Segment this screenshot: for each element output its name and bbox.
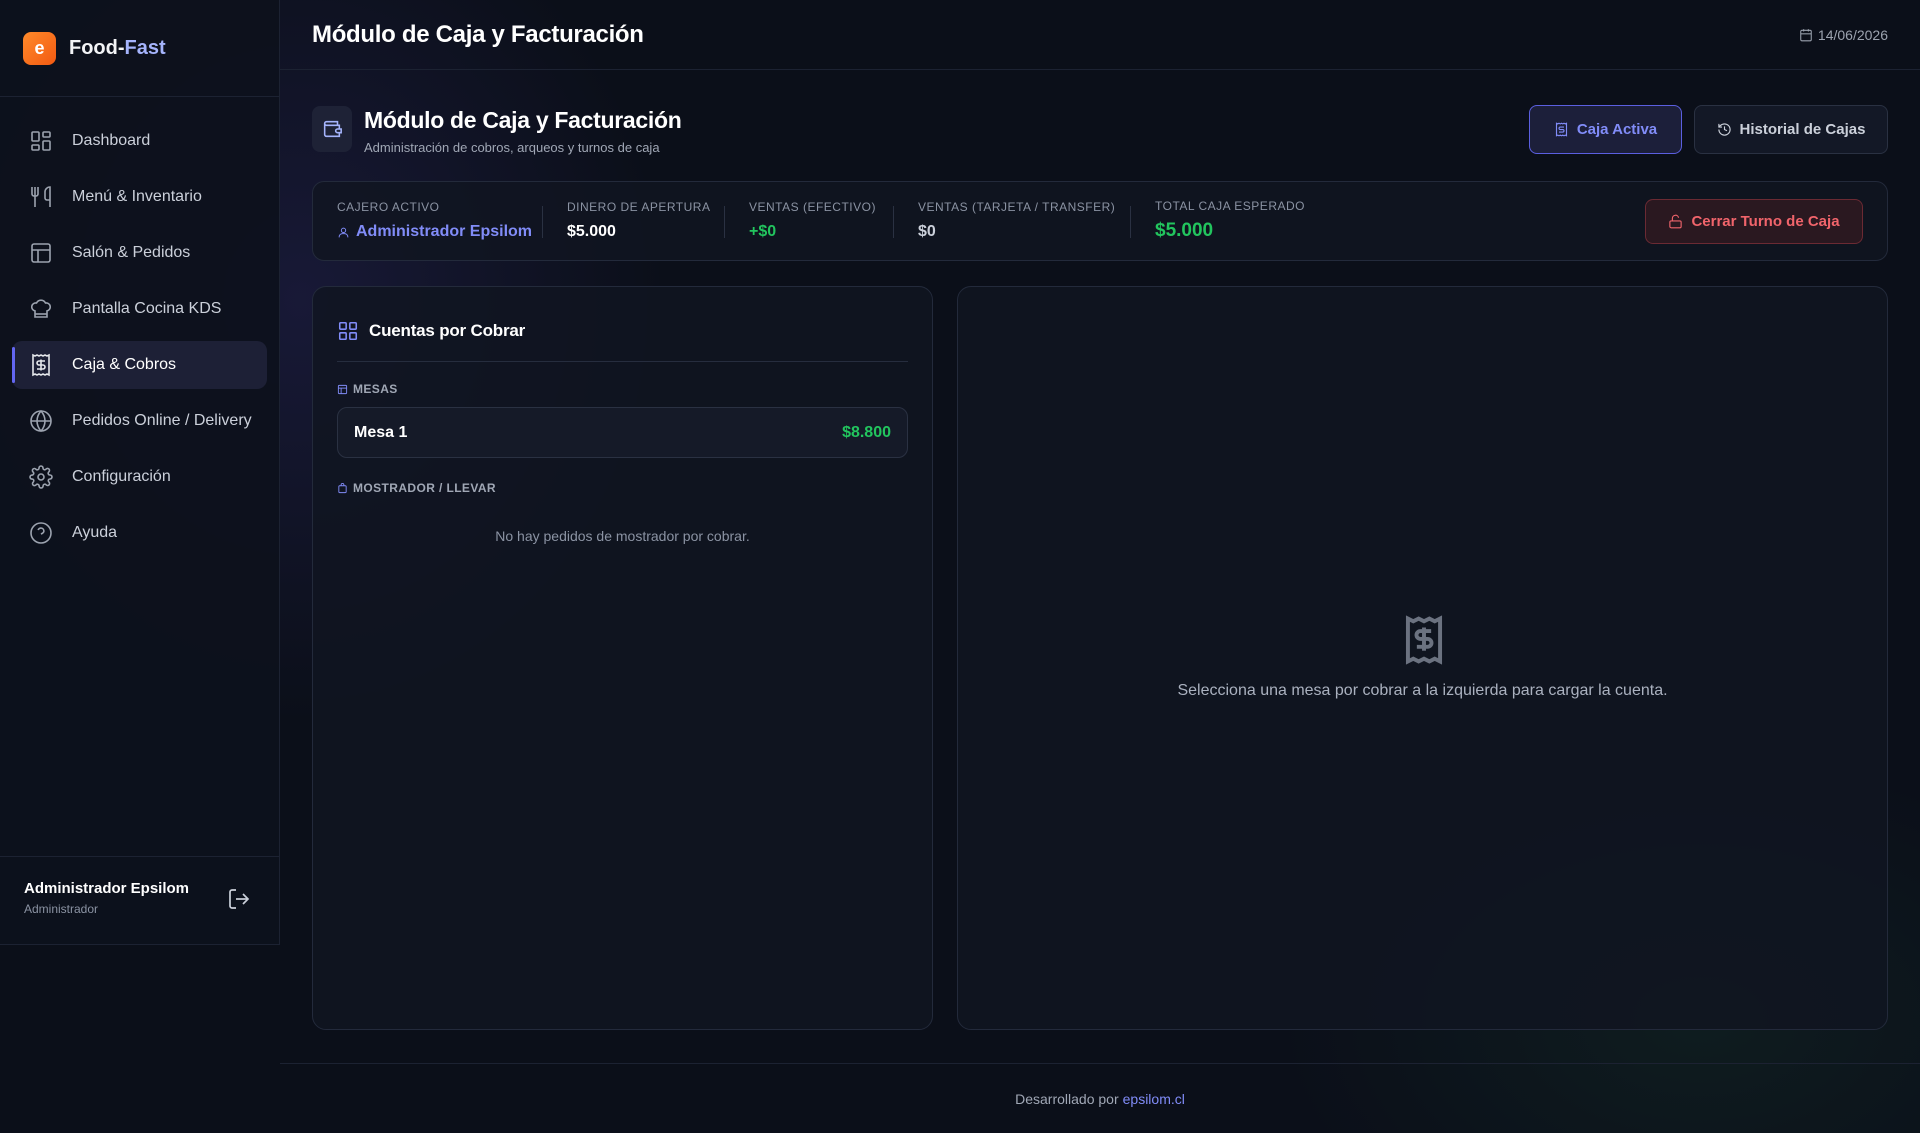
sidebar-item-cocina-kds[interactable]: Pantalla Cocina KDS xyxy=(12,285,267,333)
detail-empty-text: Selecciona una mesa por cobrar a la izqu… xyxy=(1177,682,1668,699)
help-icon xyxy=(30,522,52,544)
receipt-icon xyxy=(1555,122,1567,137)
topbar: Módulo de Caja y Facturación 14/06/2026 xyxy=(280,0,1920,70)
chef-hat-icon xyxy=(31,299,51,318)
divider xyxy=(1130,206,1131,238)
wallet-icon-box xyxy=(312,106,352,152)
page-title: Módulo de Caja y Facturación xyxy=(364,107,682,133)
sidebar-item-label: Configuración xyxy=(72,468,171,485)
logout-button[interactable] xyxy=(227,887,251,916)
lock-icon xyxy=(1669,214,1683,229)
stat-opening: DINERO DE APERTURA $5.000 xyxy=(567,200,711,240)
table-name: Mesa 1 xyxy=(354,423,408,441)
sidebar-item-caja-cobros[interactable]: Caja & Cobros xyxy=(12,341,267,389)
stat-card-sales: VENTAS (TARJETA / TRANSFER) $0 xyxy=(918,200,1116,240)
sidebar-item-salon-pedidos[interactable]: Salón & Pedidos xyxy=(12,229,267,277)
sidebar-item-label: Ayuda xyxy=(72,524,118,541)
counter-empty-message: No hay pedidos de mostrador por cobrar. xyxy=(495,528,750,544)
table-row[interactable]: Mesa 1 $8.800 xyxy=(337,407,908,458)
cash-sales-value: +$0 xyxy=(749,223,777,240)
stat-cashier: CAJERO ACTIVO Administrador Epsilom xyxy=(337,200,533,240)
user-icon xyxy=(338,227,349,237)
sidebar-item-label: Menú & Inventario xyxy=(72,188,202,205)
accounts-header: Cuentas por Cobrar xyxy=(337,301,908,362)
sidebar-item-menu-inventario[interactable]: Menú & Inventario xyxy=(12,173,267,221)
calendar-icon xyxy=(1800,28,1812,41)
total-expected-value: $5.000 xyxy=(1155,220,1214,241)
account-detail-panel: Selecciona una mesa por cobrar a la izqu… xyxy=(957,286,1888,1030)
food-fast-logo: e xyxy=(23,31,56,65)
stat-cash-sales: VENTAS (EFECTIVO) +$0 xyxy=(749,200,876,240)
stat-total-expected: TOTAL CAJA ESPERADO $5.000 xyxy=(1155,199,1305,241)
sidebar-nav: Dashboard Menú & Inventario Salón & Pedi… xyxy=(0,97,279,557)
wallet-icon xyxy=(323,120,342,138)
sidebar-item-label: Caja & Cobros xyxy=(72,356,177,373)
receipt-icon-box xyxy=(1402,615,1446,670)
tables-section-label: MESAS xyxy=(337,382,908,396)
footer-link[interactable]: epsilom.cl xyxy=(1123,1091,1185,1107)
footer-text: Desarrollado por xyxy=(1015,1090,1119,1107)
utensils-icon xyxy=(31,186,51,207)
grid-icon xyxy=(338,321,358,341)
user-role: Administrador xyxy=(24,902,99,916)
footer: Desarrollado por epsilom.cl xyxy=(280,1063,1920,1133)
table-amount: $8.800 xyxy=(842,423,891,441)
page-header: Módulo de Caja y Facturación Administrac… xyxy=(312,103,1888,159)
close-shift-button[interactable]: Cerrar Turno de Caja xyxy=(1645,199,1863,244)
date-text: 14/06/2026 xyxy=(1817,26,1888,43)
logout-icon xyxy=(229,889,250,909)
counter-section-label: MOSTRADOR / LLEVAR xyxy=(337,481,908,495)
table-icon xyxy=(337,384,348,394)
accounts-title: Cuentas por Cobrar xyxy=(369,321,526,340)
cash-stats-bar: CAJERO ACTIVO Administrador Epsilom DINE… xyxy=(312,181,1888,261)
sidebar-item-label: Pantalla Cocina KDS xyxy=(72,300,222,317)
page-subtitle: Administración de cobros, arqueos y turn… xyxy=(364,140,660,155)
divider xyxy=(893,206,894,238)
topbar-date: 14/06/2026 xyxy=(1799,27,1888,43)
sidebar-item-ayuda[interactable]: Ayuda xyxy=(12,509,267,557)
topbar-title: Módulo de Caja y Facturación xyxy=(312,20,644,48)
sidebar-item-label: Salón & Pedidos xyxy=(72,244,191,261)
sidebar-item-label: Dashboard xyxy=(72,132,151,149)
sidebar-item-dashboard[interactable]: Dashboard xyxy=(12,117,267,165)
dashboard-icon xyxy=(31,131,51,151)
card-sales-value: $0 xyxy=(918,223,936,240)
user-profile: Administrador Epsilom Administrador xyxy=(0,856,279,944)
brand[interactable]: e Food-Fast xyxy=(0,0,279,97)
sidebar: e Food-Fast Dashboard Menú & Inventario … xyxy=(0,0,280,945)
history-icon xyxy=(1717,123,1731,136)
layout-icon xyxy=(31,243,51,263)
bag-icon xyxy=(338,482,347,493)
historial-cajas-button[interactable]: Historial de Cajas xyxy=(1694,105,1888,154)
divider xyxy=(724,206,725,238)
globe-icon xyxy=(30,409,52,433)
brand-name: Food-Fast xyxy=(69,36,166,59)
sidebar-item-label: Pedidos Online / Delivery xyxy=(72,412,252,429)
sidebar-item-pedidos-online[interactable]: Pedidos Online / Delivery xyxy=(12,397,267,445)
sidebar-item-configuracion[interactable]: Configuración xyxy=(12,453,267,501)
opening-value: $5.000 xyxy=(567,223,616,240)
user-name: Administrador Epsilom xyxy=(24,880,190,897)
receipt-icon xyxy=(32,353,50,377)
accounts-panel: Cuentas por Cobrar MESAS Mesa 1 $8.800 M… xyxy=(312,286,933,1030)
caja-activa-button[interactable]: Caja Activa xyxy=(1529,105,1682,154)
cashier-name: Administrador Epsilom xyxy=(356,223,533,240)
divider xyxy=(542,206,543,238)
receipt-icon xyxy=(1405,615,1443,665)
gear-icon xyxy=(29,465,53,489)
